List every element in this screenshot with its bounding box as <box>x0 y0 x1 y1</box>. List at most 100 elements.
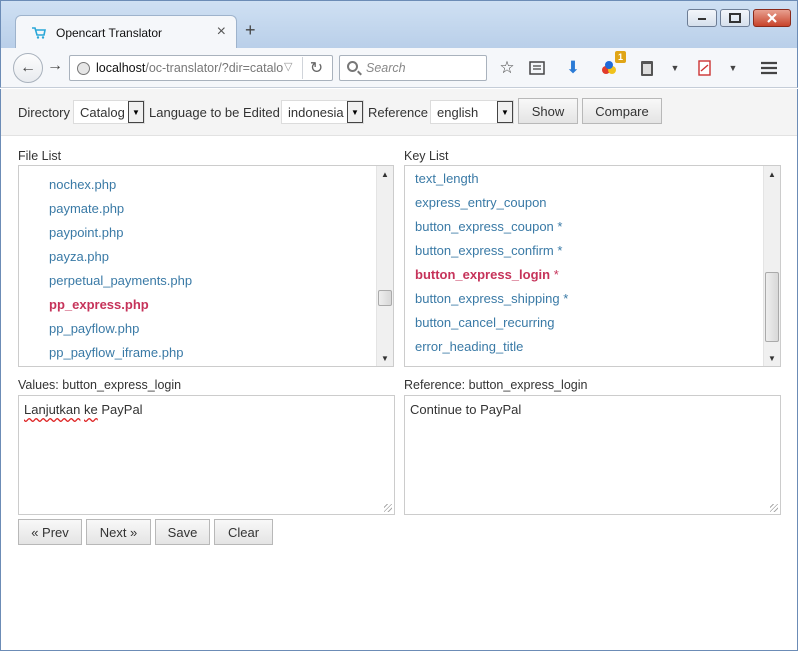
search-icon <box>347 61 358 72</box>
scroll-thumb[interactable] <box>765 272 779 342</box>
reading-list-icon[interactable] <box>527 58 547 78</box>
file-list-item[interactable]: paymate.php <box>19 197 375 221</box>
url-host: localhost <box>96 61 146 75</box>
next-button[interactable]: Next » <box>86 519 151 545</box>
key-list-item[interactable]: text_length <box>405 167 762 191</box>
key-name: button_express_confirm <box>415 243 554 258</box>
values-label: Values: button_express_login <box>18 378 182 392</box>
key-name: button_express_login <box>415 267 551 282</box>
key-name: button_express_shipping <box>415 291 560 306</box>
value-word: PayPal <box>101 402 143 417</box>
reference-value: english <box>437 105 479 120</box>
prev-button[interactable]: « Prev <box>18 519 82 545</box>
scroll-down-icon[interactable]: ▼ <box>764 350 780 366</box>
key-list-item[interactable]: error_heading_title <box>405 335 762 359</box>
file-list-item[interactable]: paypoint.php <box>19 221 375 245</box>
resize-grip-icon[interactable] <box>770 504 778 512</box>
download-icon[interactable]: ⬇ <box>563 58 583 78</box>
close-window-button[interactable] <box>753 9 791 27</box>
key-list-item[interactable]: button_express_confirm * <box>405 239 762 263</box>
clear-button[interactable]: Clear <box>214 519 273 545</box>
reference-text-label: Reference: button_express_login <box>404 378 588 392</box>
dropdown-icon[interactable]: ▽ <box>284 60 292 73</box>
hamburger-menu-icon[interactable] <box>759 58 779 78</box>
file-list-item[interactable]: pp_payflow.php <box>19 317 375 341</box>
reference-textarea[interactable]: Continue to PayPal <box>404 395 781 515</box>
cart-icon <box>32 27 46 39</box>
scroll-thumb[interactable] <box>378 290 392 306</box>
browser-toolbar: ← → localhost/oc-translator/?dir=catalo … <box>0 48 798 88</box>
key-name: button_express_coupon <box>415 219 554 234</box>
window-titlebar: Opencart Translator × + <box>0 0 798 51</box>
directory-select[interactable]: Catalog ▼ <box>73 100 145 124</box>
window-controls <box>687 9 791 27</box>
browser-tab[interactable]: Opencart Translator × <box>15 15 237 51</box>
key-list-label: Key List <box>404 149 449 163</box>
directory-value: Catalog <box>80 105 125 120</box>
modified-marker: * <box>557 243 563 258</box>
reference-label: Reference <box>368 105 428 120</box>
file-list[interactable]: nochex.php paymate.php paypoint.php payza.p… <box>18 165 394 367</box>
filter-bar: Directory Catalog ▼ Language to be Edite… <box>1 89 797 136</box>
key-name: express_entry_coupon <box>415 195 547 210</box>
key-name: error_heading_title <box>415 339 524 354</box>
scroll-down-icon[interactable]: ▼ <box>377 350 393 366</box>
modified-marker: * <box>557 219 563 234</box>
forward-icon[interactable]: → <box>47 57 63 75</box>
back-button[interactable]: ← <box>13 53 43 83</box>
language-value: indonesia <box>288 105 344 120</box>
key-name: button_cancel_recurring <box>415 315 555 330</box>
file-list-item[interactable]: nochex.php <box>19 173 375 197</box>
values-textarea[interactable]: Lanjutkan ke PayPal <box>18 395 395 515</box>
maximize-icon <box>729 13 741 23</box>
pdf-icon[interactable] <box>695 58 715 78</box>
arrow-left-icon: ← <box>20 59 36 76</box>
key-list-item[interactable]: button_express_coupon * <box>405 215 762 239</box>
url-text: localhost/oc-translator/?dir=catalo <box>96 61 286 75</box>
key-list[interactable]: text_length express_entry_coupon button_ex… <box>404 165 781 367</box>
show-button[interactable]: Show <box>518 98 578 124</box>
key-list-item[interactable]: express_entry_coupon <box>405 191 762 215</box>
reload-icon[interactable]: ↻ <box>302 57 330 79</box>
new-tab-icon[interactable]: + <box>245 21 256 39</box>
language-label: Language to be Edited <box>149 105 280 120</box>
key-list-scrollbar[interactable]: ▲ ▼ <box>763 166 780 366</box>
key-list-item[interactable]: button_express_shipping * <box>405 287 762 311</box>
search-bar[interactable]: Search <box>339 55 487 81</box>
pdf-dropdown-icon[interactable]: ▼ <box>723 58 743 78</box>
file-list-item[interactable]: payza.php <box>19 245 375 269</box>
save-button[interactable]: Save <box>155 519 210 545</box>
file-list-item[interactable]: pp_express.php <box>19 293 375 317</box>
search-placeholder: Search <box>366 61 406 75</box>
key-items: text_length express_entry_coupon button_ex… <box>405 167 762 359</box>
file-list-item[interactable]: perpetual_payments.php <box>19 269 375 293</box>
maximize-button[interactable] <box>720 9 750 27</box>
page-content: Directory Catalog ▼ Language to be Edite… <box>0 89 798 651</box>
resize-grip-icon[interactable] <box>384 504 392 512</box>
clipboard-icon[interactable] <box>637 58 657 78</box>
key-name: text_length <box>415 171 479 186</box>
key-list-item[interactable]: button_express_login * <box>405 263 762 287</box>
reference-select[interactable]: english ▼ <box>430 100 514 124</box>
compare-button[interactable]: Compare <box>582 98 662 124</box>
file-list-item[interactable]: pp_payflow_iframe.php <box>19 341 375 365</box>
bookmark-star-icon[interactable]: ☆ <box>497 58 517 78</box>
key-list-item[interactable]: button_cancel_recurring <box>405 311 762 335</box>
close-icon <box>767 13 777 23</box>
reference-text: Continue to PayPal <box>410 402 522 417</box>
tab-close-icon[interactable]: × <box>217 23 226 41</box>
chevron-down-icon: ▼ <box>128 101 144 123</box>
scroll-up-icon[interactable]: ▲ <box>764 166 780 182</box>
language-select[interactable]: indonesia ▼ <box>281 100 364 124</box>
modified-marker: * <box>563 291 569 306</box>
minimize-button[interactable] <box>687 9 717 27</box>
misspelled-word: Lanjutkan <box>24 402 81 417</box>
file-list-scrollbar[interactable]: ▲ ▼ <box>376 166 393 366</box>
modified-marker: * <box>553 267 559 282</box>
globe-icon <box>77 62 90 75</box>
tab-title: Opencart Translator <box>56 26 163 40</box>
address-bar[interactable]: localhost/oc-translator/?dir=catalo ▽ ↻ <box>69 55 333 81</box>
minimize-icon <box>698 18 706 20</box>
menu-dropdown-icon[interactable]: ▼ <box>665 58 685 78</box>
scroll-up-icon[interactable]: ▲ <box>377 166 393 182</box>
